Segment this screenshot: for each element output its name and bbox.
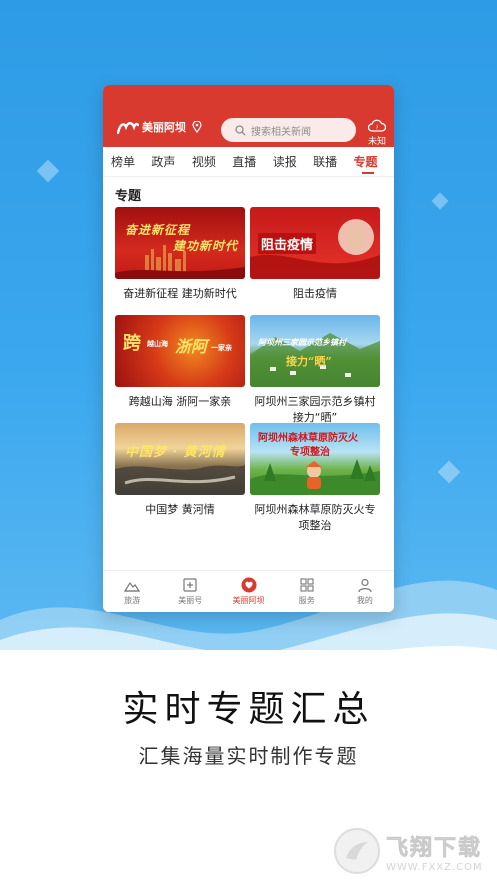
tab-rankings[interactable]: 榜单 [111, 153, 151, 170]
thumbnail-text: 接力“晒” [286, 355, 332, 368]
topic-card[interactable]: 跨 越山海 浙阿 一家亲 跨越山海 浙阿一家亲 [115, 315, 245, 423]
section-title: 专题 [115, 189, 142, 204]
topic-thumbnail: 阿坝州三家园示范乡镇村 接力“晒” [250, 315, 380, 387]
nav-item-meili-hao[interactable]: 美丽号 [161, 571, 219, 612]
thumbnail-text: 中国梦 · 黄河情 [125, 445, 226, 460]
mountain-icon [124, 581, 141, 592]
watermark-text: 飞翔下载 WWW.FXXZ.COM [386, 830, 483, 873]
thumbnail-text: 建功新时代 [173, 239, 239, 253]
topic-thumbnail: 中国梦 · 黄河情 [115, 423, 245, 495]
grid-icon [300, 578, 314, 592]
topic-thumbnail: 奋进新征程 建功新时代 [115, 207, 245, 279]
thumbnail-text: 一家亲 [211, 343, 232, 352]
plus-square-icon [183, 578, 197, 592]
thumbnail-text: 阻击疫情 [258, 233, 317, 254]
nav-label: 美丽阿坝 [232, 596, 265, 605]
nav-label: 服务 [298, 596, 315, 605]
tab-newspaper[interactable]: 读报 [273, 153, 313, 170]
logo-mark-icon [117, 122, 139, 134]
nav-item-service[interactable]: 服务 [278, 571, 336, 612]
weather-widget[interactable]: ? 未知 [367, 119, 386, 147]
heart-badge-icon [241, 577, 256, 593]
tab-politics[interactable]: 政声 [151, 153, 191, 170]
promo-slogan: 实时专题汇总 [122, 689, 375, 730]
topic-card[interactable]: 阻击疫情 阻击疫情 [250, 207, 380, 315]
search-input[interactable]: 搜索相关新闻 [221, 118, 356, 142]
topic-thumbnail: 跨 越山海 浙阿 一家亲 [115, 315, 245, 387]
app-logo-text: 美丽阿坝 [142, 121, 186, 134]
watermark-brand: 飞翔下载 [386, 835, 483, 861]
topic-card-title: 阿坝州森林草原防灭火专项整治 [254, 503, 376, 532]
promo-subtitle: 汇集海量实时制作专题 [138, 744, 359, 768]
user-icon [358, 578, 372, 593]
thumbnail-text: 阿坝州三家园示范乡镇村 [258, 337, 346, 347]
nav-item-tourism[interactable]: 旅游 [103, 571, 161, 612]
weather-text: 未知 [367, 137, 386, 147]
thumbnail-text: 阿坝州森林草原防灭火 [258, 433, 358, 444]
thumbnail-text: 跨 [123, 333, 141, 354]
topic-card[interactable]: 阿坝州森林草原防灭火 专项整治 阿坝州森林草原防灭火专项整治 [250, 423, 380, 532]
topic-thumbnail: 阿坝州森林草原防灭火 专项整治 [250, 423, 380, 495]
topic-card[interactable]: 中国梦 · 黄河情 中国梦 黄河情 [115, 423, 245, 531]
category-tabs: 榜单 政声 视频 直播 读报 联播 专题 [103, 147, 394, 177]
tab-topics[interactable]: 专题 [354, 153, 394, 174]
search-icon [235, 124, 246, 135]
thumbnail-text: 越山海 [147, 339, 168, 348]
nav-item-mine[interactable]: 我的 [336, 571, 394, 612]
nav-label: 我的 [356, 596, 373, 605]
bottom-nav: 旅游 美丽号 美丽阿坝 服务 我的 [103, 570, 394, 612]
app-logo[interactable]: 美丽阿坝 [117, 119, 202, 135]
tab-video[interactable]: 视频 [192, 153, 232, 170]
phone-screen: 美丽阿坝 搜索相关新闻 ? 未知 榜单 政声 视频 直播 读报 联播 专题 专题… [103, 85, 394, 612]
tab-broadcast[interactable]: 联播 [313, 153, 353, 170]
topic-card[interactable]: 奋进新征程 建功新时代 奋进新征程 建功新时代 [115, 207, 245, 315]
topic-card-title: 跨越山海 浙阿一家亲 [128, 395, 232, 408]
nav-label: 美丽号 [178, 596, 203, 605]
topic-card-title: 阿坝州三家园示范乡镇村接力“晒” [254, 395, 376, 424]
thumbnail-text: 专项整治 [290, 447, 330, 458]
app-header: 美丽阿坝 搜索相关新闻 ? 未知 [103, 85, 394, 147]
search-placeholder: 搜索相关新闻 [251, 126, 311, 138]
village-landscape-graphic [250, 333, 380, 387]
topic-grid: 奋进新征程 建功新时代 奋进新征程 建功新时代 阻击疫情 阻击疫情 跨 越山海 … [103, 207, 394, 532]
watermark-url: WWW.FXXZ.COM [386, 861, 483, 873]
topic-card-title: 中国梦 黄河情 [145, 503, 215, 516]
tab-live[interactable]: 直播 [232, 153, 272, 170]
site-watermark: 飞翔下载 WWW.FXXZ.COM [334, 823, 494, 879]
topic-card-title: 阻击疫情 [293, 287, 337, 300]
nav-item-meili-aba[interactable]: 美丽阿坝 [219, 571, 277, 612]
topic-card[interactable]: 阿坝州三家园示范乡镇村 接力“晒” 阿坝州三家园示范乡镇村接力“晒” [250, 315, 380, 424]
topic-thumbnail: 阻击疫情 [250, 207, 380, 279]
location-pin-icon[interactable] [192, 121, 202, 133]
svg-text:?: ? [376, 126, 379, 132]
nav-label: 旅游 [124, 596, 141, 605]
thumbnail-text: 奋进新征程 [125, 223, 191, 237]
cloud-icon: ? [367, 119, 386, 132]
topic-card-title: 奋进新征程 建功新时代 [123, 287, 237, 300]
watermark-logo-icon [334, 828, 380, 874]
thumbnail-text: 浙阿 [175, 337, 208, 356]
